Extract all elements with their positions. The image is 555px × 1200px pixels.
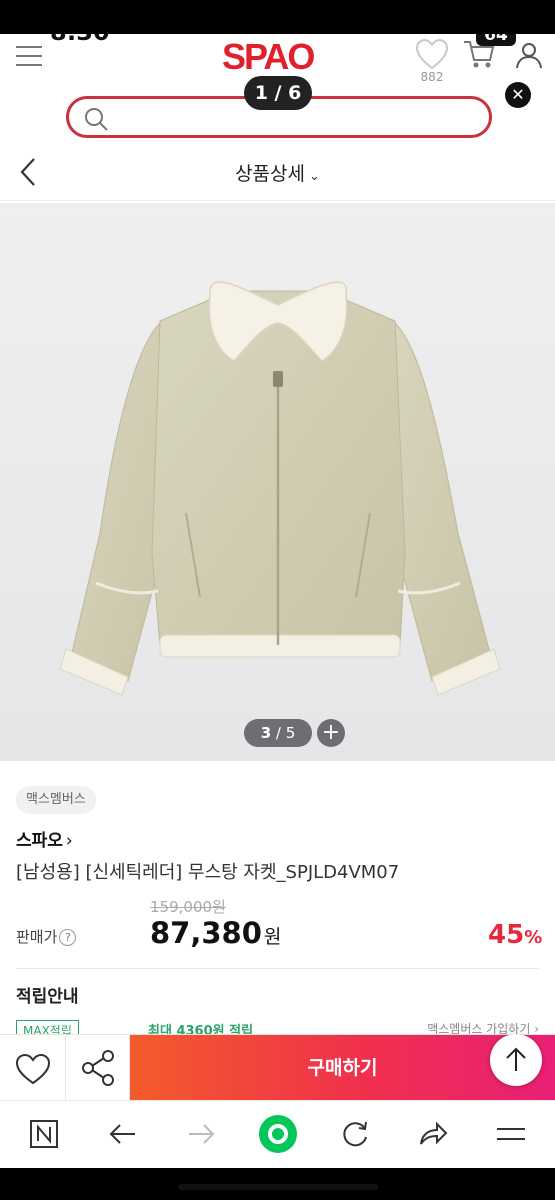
- home-indicator: [178, 1184, 378, 1190]
- screen: 8:30 64 SPAO 882 1 / 6 ✕: [0, 0, 555, 1200]
- chevron-down-icon: ⌄: [309, 169, 320, 184]
- price-help-icon[interactable]: ?: [59, 929, 77, 946]
- forward-arrow-icon[interactable]: [184, 1117, 218, 1151]
- price-label-text: 판매가: [16, 928, 58, 946]
- max-points-tag: MAX적립: [16, 1020, 79, 1034]
- spao-logo[interactable]: SPAO: [222, 36, 315, 78]
- points-section-title: 적립안내: [16, 987, 79, 1007]
- image-counter-separator: /: [271, 724, 286, 742]
- arrow-up-icon: [506, 1047, 526, 1071]
- max-points-text: 최대 4360원 적립: [148, 1024, 254, 1034]
- discount-rate: 45%: [488, 920, 542, 950]
- wishlist-heart-icon[interactable]: [414, 38, 450, 72]
- image-counter-current: 3: [260, 724, 272, 742]
- share-icon: [82, 1050, 114, 1086]
- page-title-text: 상품상세: [235, 163, 305, 185]
- zoom-plus-button[interactable]: +: [317, 719, 345, 747]
- membership-join-link[interactable]: 맥스멤버스 가입하기 ›: [427, 1020, 539, 1034]
- page-subheader: 상품상세 ⌄: [0, 145, 555, 201]
- original-price: 159,000원: [150, 898, 226, 916]
- scroll-top-button[interactable]: [490, 1034, 542, 1086]
- user-icon[interactable]: [514, 40, 544, 70]
- jacket-illustration: [59, 281, 501, 696]
- wishlist-button[interactable]: [0, 1035, 66, 1101]
- sale-price-unit: 원: [263, 926, 282, 948]
- divider: [16, 968, 539, 969]
- wishlist-count: 882: [420, 70, 444, 84]
- share-button[interactable]: [66, 1035, 130, 1101]
- discount-value: 45: [488, 920, 525, 950]
- sale-price: 87,380 원: [150, 916, 281, 950]
- product-name: [남성용] [신세틱레더] 무스탕 자켓_SPJLD4VM07: [16, 862, 400, 883]
- price-label: 판매가?: [16, 926, 77, 947]
- screenshot-top-edge: [0, 0, 555, 34]
- points-row: MAX적립 최대 4360원 적립 맥스멤버스 가입하기 ›: [16, 1020, 539, 1034]
- naver-n-icon[interactable]: [28, 1117, 62, 1151]
- search-icon: [85, 108, 108, 131]
- discount-unit: %: [524, 927, 543, 948]
- brand-chevron-icon: ›: [65, 831, 73, 851]
- hamburger-menu-icon[interactable]: [16, 44, 42, 68]
- back-arrow-icon[interactable]: [106, 1117, 140, 1151]
- share-arrow-icon[interactable]: [416, 1117, 450, 1151]
- image-counter: 3 / 5: [244, 719, 312, 747]
- gallery-page-indicator: 1 / 6: [244, 76, 312, 110]
- purchase-action-bar: 구매하기: [0, 1034, 555, 1101]
- green-home-icon[interactable]: [258, 1114, 298, 1154]
- image-counter-total: 5: [285, 724, 296, 742]
- page-title[interactable]: 상품상세 ⌄: [0, 159, 555, 186]
- product-image[interactable]: [0, 203, 555, 761]
- menu-icon[interactable]: [494, 1117, 528, 1151]
- sale-price-value: 87,380: [150, 916, 262, 950]
- browser-toolbar: [0, 1100, 555, 1164]
- brand-name: 스파오: [16, 831, 63, 851]
- membership-tag: 맥스멤버스: [16, 786, 96, 814]
- heart-outline-icon: [15, 1053, 51, 1085]
- brand-link[interactable]: 스파오 ›: [16, 826, 73, 851]
- refresh-icon[interactable]: [338, 1117, 372, 1151]
- close-viewer-icon[interactable]: ✕: [505, 82, 531, 108]
